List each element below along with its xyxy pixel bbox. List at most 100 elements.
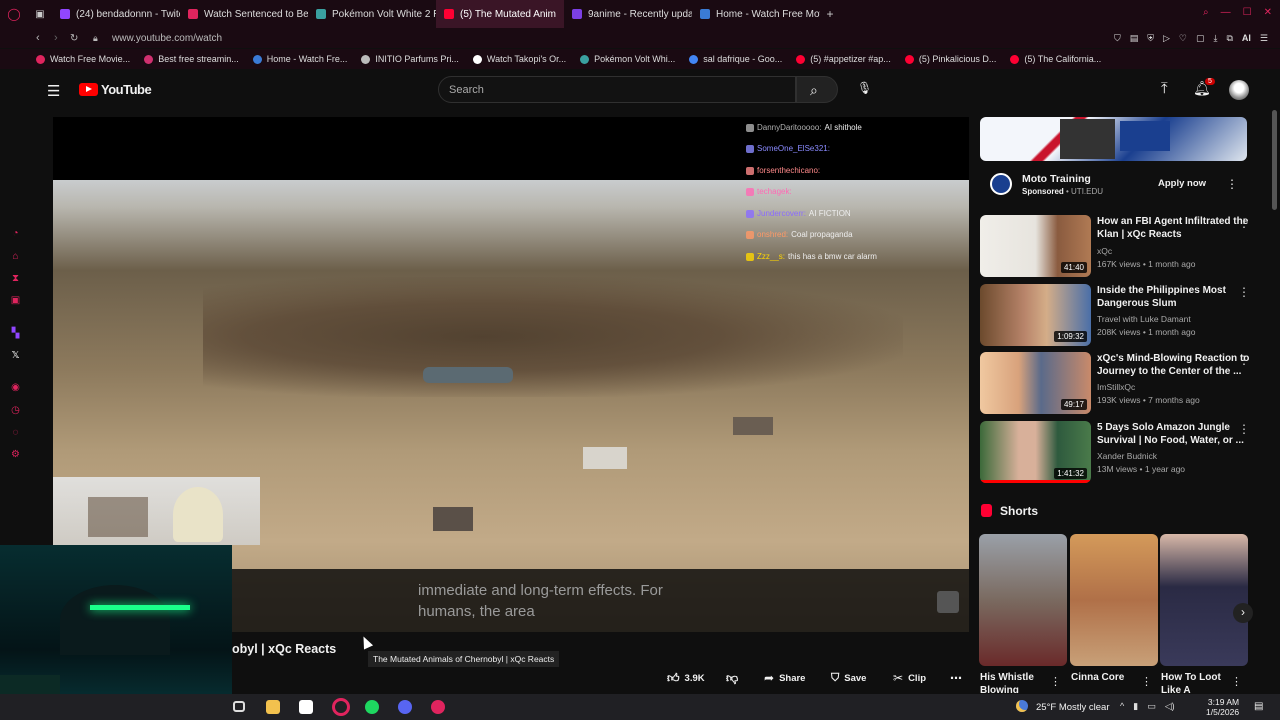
bookmark-item[interactable]: (5) The California... bbox=[1010, 54, 1101, 64]
video-menu-icon[interactable]: ⋮ bbox=[1238, 353, 1250, 367]
discord-icon[interactable] bbox=[398, 700, 412, 714]
video-thumbnail[interactable]: 1:41:32 bbox=[980, 421, 1091, 483]
channel-name[interactable]: Xander Budnick bbox=[1097, 450, 1157, 462]
cube-icon[interactable]: ▢ bbox=[1196, 33, 1205, 44]
extensions-icon[interactable]: ⧉ bbox=[1226, 33, 1232, 44]
network-icon[interactable]: ▭ bbox=[1147, 701, 1156, 712]
ai-icon[interactable]: AI bbox=[1242, 33, 1251, 44]
dislike-button[interactable]: 👎︎ bbox=[726, 670, 738, 686]
browser-tab[interactable]: Home - Watch Free Movie bbox=[692, 0, 820, 28]
sidebar-app-icon[interactable]: ⌂ bbox=[10, 251, 21, 262]
menu-icon[interactable]: ☰ bbox=[1260, 33, 1268, 44]
notification-center-icon[interactable]: ▤ bbox=[1254, 701, 1263, 712]
browser-tab[interactable]: (24) bendadonnn - Twitch bbox=[52, 0, 180, 28]
short-menu-icon[interactable]: ⋮ bbox=[1050, 675, 1061, 688]
short-title[interactable]: Cinna Core bbox=[1071, 671, 1141, 693]
bookmark-item[interactable]: (5) Pinkalicious D... bbox=[904, 54, 996, 64]
video-title[interactable]: Inside the Philippines Most bbox=[1097, 285, 1226, 297]
video-title[interactable]: 5 Days Solo Amazon Jungle bbox=[1097, 422, 1230, 434]
video-title[interactable]: How an FBI Agent Infiltrated the bbox=[1097, 216, 1248, 228]
twitch-icon[interactable]: ▚ bbox=[10, 328, 21, 339]
back-icon[interactable]: ‹ bbox=[36, 32, 40, 44]
file-explorer-icon[interactable] bbox=[266, 700, 280, 714]
clock[interactable]: 3:19 AM 1/5/2026 bbox=[1206, 697, 1239, 717]
browser-tab-active[interactable]: (5) The Mutated Anim bbox=[436, 0, 564, 28]
video-title[interactable]: Klan | xQc Reacts bbox=[1097, 229, 1182, 241]
search-box[interactable]: Search bbox=[438, 76, 796, 103]
music-icon[interactable]: ◉ bbox=[10, 382, 21, 393]
browser-tab[interactable]: Watch Sentenced to Be a bbox=[180, 0, 308, 28]
minimize-icon[interactable]: — bbox=[1221, 7, 1231, 18]
bookmark-item[interactable]: (5) #appetizer #ap... bbox=[796, 54, 891, 64]
short-title[interactable]: How To Loot Like A bbox=[1161, 671, 1229, 693]
search-button[interactable]: ⌕ bbox=[796, 76, 838, 103]
video-title[interactable]: Journey to the Center of the ... bbox=[1097, 366, 1241, 378]
spotify-icon[interactable] bbox=[365, 700, 379, 714]
volume-icon[interactable]: ◁) bbox=[1165, 701, 1175, 712]
upload-icon[interactable]: ⤒ bbox=[1161, 80, 1168, 97]
sidebar-app-icon[interactable]: ▣ bbox=[10, 295, 21, 306]
history-icon[interactable]: ◷ bbox=[10, 405, 21, 416]
heart-icon[interactable]: ♡ bbox=[1179, 33, 1187, 44]
url-field[interactable]: www.youtube.com/watch bbox=[112, 33, 222, 44]
bookmark-item[interactable]: Pokémon Volt Whi... bbox=[580, 54, 675, 64]
share-button[interactable]: ➦ Share bbox=[764, 670, 805, 686]
short-thumbnail[interactable] bbox=[979, 534, 1067, 666]
short-menu-icon[interactable]: ⋮ bbox=[1231, 675, 1242, 688]
youtube-logo[interactable]: YouTube bbox=[79, 82, 152, 97]
task-view-icon[interactable] bbox=[233, 701, 245, 712]
sidebar-app-icon[interactable]: ◌ bbox=[10, 427, 21, 438]
store-icon[interactable] bbox=[299, 700, 313, 714]
chevron-up-icon[interactable]: ^ bbox=[1120, 701, 1124, 712]
forward-icon[interactable]: › bbox=[54, 32, 58, 44]
bookmark-icon[interactable]: ⛉ bbox=[1114, 33, 1121, 44]
shield-icon[interactable]: ⛨ bbox=[1147, 33, 1154, 44]
reader-icon[interactable]: ▤ bbox=[1130, 33, 1139, 44]
bookmark-item[interactable]: Watch Takopi's Or... bbox=[472, 54, 566, 64]
browser-logo-icon[interactable]: ◯ bbox=[0, 7, 28, 21]
shorts-next-icon[interactable]: › bbox=[1233, 603, 1253, 623]
short-thumbnail[interactable] bbox=[1160, 534, 1248, 666]
avatar[interactable] bbox=[1229, 80, 1249, 100]
ad-menu-icon[interactable]: ⋮ bbox=[1226, 177, 1238, 191]
browser-tab[interactable]: 9anime - Recently update bbox=[564, 0, 692, 28]
bookmark-item[interactable]: Best free streamin... bbox=[144, 54, 239, 64]
download-icon[interactable]: ⤓ bbox=[1214, 33, 1218, 44]
sidebar-app-icon[interactable]: ⧗ bbox=[10, 273, 21, 284]
more-actions-button[interactable]: ⋯ bbox=[950, 670, 962, 686]
weather-text[interactable]: 25°F Mostly clear bbox=[1036, 702, 1110, 713]
sidebar-chat-icon[interactable]: ◔ bbox=[10, 228, 21, 239]
search-tabs-icon[interactable]: ⌕ bbox=[1203, 7, 1209, 18]
page-scrollbar[interactable] bbox=[1272, 110, 1277, 210]
opera-gx-icon[interactable] bbox=[332, 698, 350, 716]
video-menu-icon[interactable]: ⋮ bbox=[1238, 216, 1250, 230]
bookmark-item[interactable]: Watch Free Movie... bbox=[36, 54, 130, 64]
tab-manager-icon[interactable]: ▣ bbox=[28, 9, 52, 20]
voice-search-button[interactable]: 🎙︎ bbox=[848, 76, 875, 103]
x-icon[interactable]: 𝕏 bbox=[10, 350, 21, 361]
short-menu-icon[interactable]: ⋮ bbox=[1141, 675, 1152, 688]
obs-icon[interactable] bbox=[431, 700, 445, 714]
channel-name[interactable]: Travel with Luke Damant bbox=[1097, 313, 1191, 325]
bookmark-item[interactable]: Home - Watch Fre... bbox=[252, 54, 347, 64]
video-menu-icon[interactable]: ⋮ bbox=[1238, 285, 1250, 299]
video-menu-icon[interactable]: ⋮ bbox=[1238, 422, 1250, 436]
search-input[interactable]: Search bbox=[449, 84, 484, 96]
bookmark-item[interactable]: INITIO Parfums Pri... bbox=[361, 54, 459, 64]
video-thumbnail[interactable]: 41:40 bbox=[980, 215, 1091, 277]
video-thumbnail[interactable]: 1:09:32 bbox=[980, 284, 1091, 346]
mic-tray-icon[interactable]: ▮ bbox=[1133, 701, 1138, 712]
short-title[interactable]: His Whistle Blowing bbox=[980, 671, 1050, 693]
bookmark-item[interactable]: sal dafrique - Goo... bbox=[689, 54, 782, 64]
video-thumbnail[interactable]: 49:17 bbox=[980, 352, 1091, 414]
video-title[interactable]: xQc's Mind-Blowing Reaction to bbox=[1097, 353, 1249, 365]
video-title[interactable]: Survival | No Food, Water, or ... bbox=[1097, 435, 1244, 447]
close-icon[interactable]: ✕ bbox=[1264, 7, 1272, 18]
new-tab-button[interactable]: + bbox=[820, 7, 840, 21]
channel-name[interactable]: ImStillxQc bbox=[1097, 381, 1135, 393]
browser-tab[interactable]: Pokémon Volt White 2 Re bbox=[308, 0, 436, 28]
maximize-icon[interactable]: ☐ bbox=[1243, 7, 1252, 18]
settings-icon[interactable]: ⚙ bbox=[10, 449, 21, 460]
like-button[interactable]: 👍︎ 3.9K bbox=[667, 670, 705, 686]
video-title[interactable]: Dangerous Slum bbox=[1097, 298, 1176, 310]
